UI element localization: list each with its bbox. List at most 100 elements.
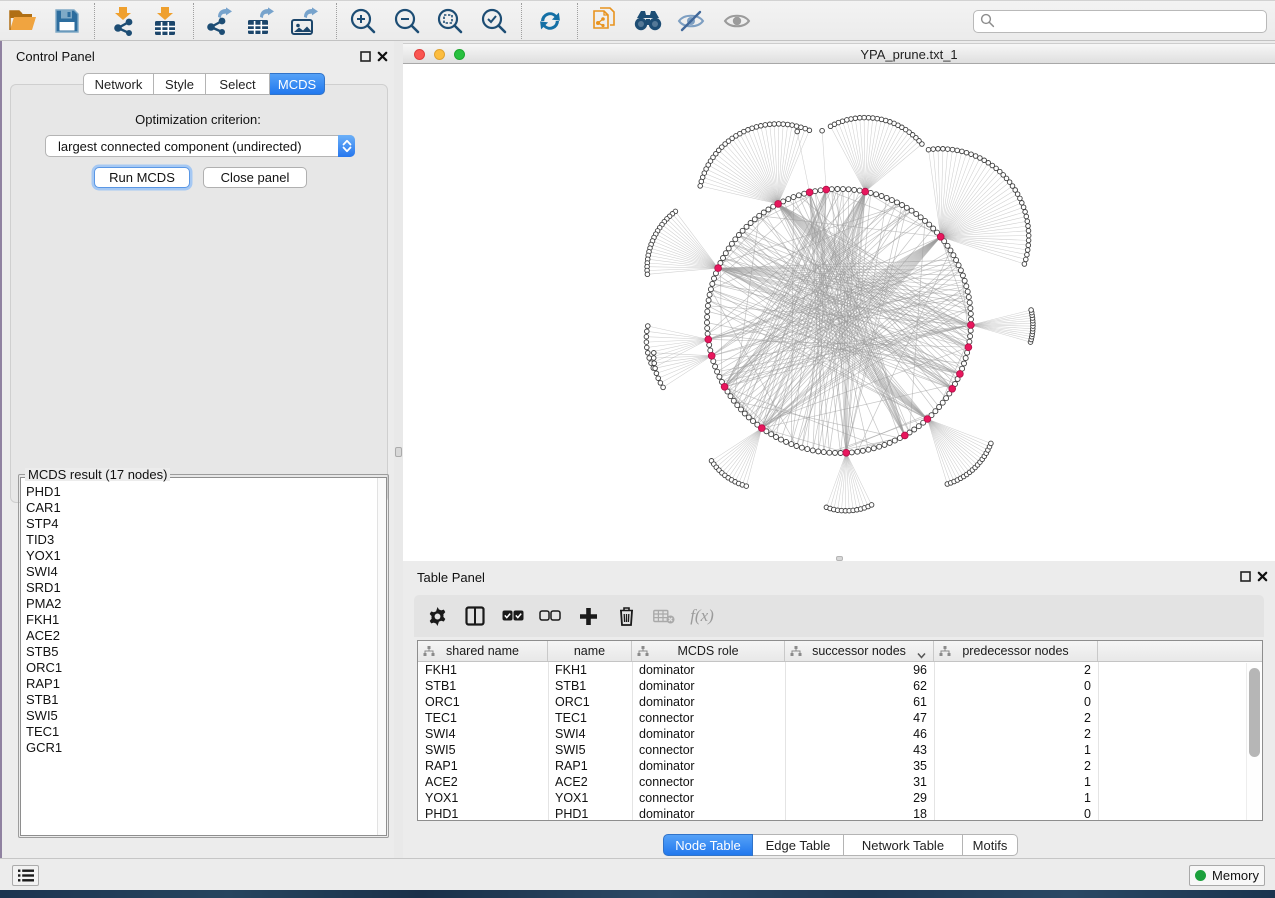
- float-panel-icon[interactable]: [360, 50, 372, 62]
- find-button[interactable]: [631, 4, 665, 38]
- zoom-fit-button[interactable]: [433, 4, 467, 38]
- mcds-result-item[interactable]: TID3: [21, 532, 386, 548]
- mcds-result-list[interactable]: PHD1CAR1STP4TID3YOX1SWI4SRD1PMA2FKH1ACE2…: [20, 477, 387, 836]
- mcds-result-item[interactable]: ORC1: [21, 660, 386, 676]
- shared-column-icon: [637, 646, 649, 660]
- table-settings-gear-icon[interactable]: [425, 604, 449, 628]
- table-row[interactable]: STB1 STB1 dominator 62 0: [418, 678, 1262, 694]
- mcds-result-item[interactable]: STB1: [21, 692, 386, 708]
- mcds-result-item[interactable]: PHD1: [21, 484, 386, 500]
- desktop-wallpaper: [0, 890, 1275, 898]
- table-scrollbar-thumb[interactable]: [1249, 668, 1260, 757]
- tab-edge-table[interactable]: Edge Table: [753, 834, 844, 856]
- delete-column-icon[interactable]: [614, 604, 638, 628]
- zoom-in-button[interactable]: [346, 4, 380, 38]
- toolbar-separator: [521, 3, 522, 39]
- cell-successor-nodes: 96: [785, 662, 934, 678]
- show-all-button[interactable]: [720, 4, 754, 38]
- toggle-columns-icon[interactable]: [463, 604, 487, 628]
- network-window-title: YPA_prune.txt_1: [809, 47, 1009, 62]
- tab-network-table[interactable]: Network Table: [844, 834, 963, 856]
- tab-select[interactable]: Select: [206, 73, 270, 95]
- window-minimize-traffic-light[interactable]: [434, 49, 445, 60]
- export-network-button[interactable]: [202, 4, 236, 38]
- run-mcds-button[interactable]: Run MCDS: [94, 167, 190, 188]
- memory-button[interactable]: Memory: [1189, 865, 1265, 886]
- cell-predecessor-nodes: 2: [934, 710, 1098, 726]
- splitter-grip[interactable]: [395, 447, 402, 457]
- search-box[interactable]: [973, 10, 1267, 33]
- mcds-result-item[interactable]: TEC1: [21, 724, 386, 740]
- column-header-predecessor-nodes[interactable]: predecessor nodes: [934, 641, 1098, 661]
- cell-shared-name: FKH1: [418, 662, 548, 678]
- export-table-button[interactable]: [244, 4, 278, 38]
- column-header-shared-name[interactable]: shared name: [418, 641, 548, 661]
- cell-predecessor-nodes: 0: [934, 678, 1098, 694]
- table-row[interactable]: TEC1 TEC1 connector 47 2: [418, 710, 1262, 726]
- table-scrollbar[interactable]: [1246, 663, 1261, 821]
- column-header-label: predecessor nodes: [962, 644, 1068, 658]
- tab-motifs[interactable]: Motifs: [963, 834, 1018, 856]
- table-row[interactable]: ACE2 ACE2 connector 31 1: [418, 774, 1262, 790]
- mcds-result-item[interactable]: FKH1: [21, 612, 386, 628]
- cell-mcds-role: dominator: [632, 662, 785, 678]
- mcds-result-item[interactable]: YOX1: [21, 548, 386, 564]
- task-history-button[interactable]: [12, 865, 39, 886]
- network-canvas[interactable]: [403, 64, 1275, 561]
- save-session-button[interactable]: [50, 4, 84, 38]
- window-maximize-traffic-light[interactable]: [454, 49, 465, 60]
- tab-node-table[interactable]: Node Table: [663, 834, 753, 856]
- float-panel-icon[interactable]: [1240, 570, 1252, 582]
- table-row[interactable]: FKH1 FKH1 dominator 96 2: [418, 662, 1262, 678]
- cell-mcds-role: connector: [632, 774, 785, 790]
- mcds-result-item[interactable]: GCR1: [21, 740, 386, 756]
- mcds-result-item[interactable]: STP4: [21, 516, 386, 532]
- table-row[interactable]: SWI4 SWI4 dominator 46 2: [418, 726, 1262, 742]
- add-column-icon[interactable]: [576, 604, 600, 628]
- panel-splitter-vertical[interactable]: [394, 41, 403, 858]
- tab-network[interactable]: Network: [83, 73, 154, 95]
- mcds-result-item[interactable]: SWI5: [21, 708, 386, 724]
- refresh-button[interactable]: [533, 4, 567, 38]
- import-network-button[interactable]: [106, 4, 140, 38]
- open-file-button[interactable]: [6, 4, 40, 38]
- window-close-traffic-light[interactable]: [414, 49, 425, 60]
- mcds-result-item[interactable]: SRD1: [21, 580, 386, 596]
- close-panel-icon[interactable]: [1257, 570, 1269, 582]
- column-header-name[interactable]: name: [548, 641, 632, 661]
- mcds-result-item[interactable]: SWI4: [21, 564, 386, 580]
- hide-selected-button[interactable]: [674, 4, 708, 38]
- zoom-out-button[interactable]: [390, 4, 424, 38]
- table-row[interactable]: YOX1 YOX1 connector 29 1: [418, 790, 1262, 806]
- cell-shared-name: RAP1: [418, 758, 548, 774]
- mcds-result-item[interactable]: RAP1: [21, 676, 386, 692]
- close-panel-icon[interactable]: [377, 50, 389, 62]
- criterion-dropdown[interactable]: largest connected component (undirected): [45, 135, 355, 157]
- close-panel-button[interactable]: Close panel: [203, 167, 307, 188]
- column-header-successor-nodes[interactable]: successor nodes: [785, 641, 934, 661]
- deselect-all-checkboxes-icon[interactable]: [538, 604, 562, 628]
- select-all-checkboxes-icon[interactable]: [501, 604, 525, 628]
- mcds-result-item[interactable]: PMA2: [21, 596, 386, 612]
- search-input[interactable]: [995, 13, 1266, 31]
- table-row[interactable]: RAP1 RAP1 dominator 35 2: [418, 758, 1262, 774]
- tab-mcds[interactable]: MCDS: [270, 73, 325, 95]
- mcds-result-item[interactable]: CAR1: [21, 500, 386, 516]
- tab-style[interactable]: Style: [154, 73, 206, 95]
- table-row[interactable]: PHD1 PHD1 dominator 18 0: [418, 806, 1262, 821]
- cell-successor-nodes: 35: [785, 758, 934, 774]
- new-network-from-selection-button[interactable]: [588, 4, 622, 38]
- mcds-result-item[interactable]: STB5: [21, 644, 386, 660]
- mcds-result-item[interactable]: ACE2: [21, 628, 386, 644]
- table-row[interactable]: ORC1 ORC1 dominator 61 0: [418, 694, 1262, 710]
- column-header-label: MCDS role: [677, 644, 738, 658]
- network-window-titlebar[interactable]: YPA_prune.txt_1: [403, 43, 1275, 64]
- export-image-button[interactable]: [288, 4, 322, 38]
- zoom-selected-button[interactable]: [477, 4, 511, 38]
- column-header-mcds-role[interactable]: MCDS role: [632, 641, 785, 661]
- shared-column-icon: [423, 646, 435, 660]
- mcds-list-scrollbar[interactable]: [377, 478, 386, 835]
- cell-name: SWI5: [548, 742, 632, 758]
- table-row[interactable]: SWI5 SWI5 connector 43 1: [418, 742, 1262, 758]
- import-table-button[interactable]: [148, 4, 182, 38]
